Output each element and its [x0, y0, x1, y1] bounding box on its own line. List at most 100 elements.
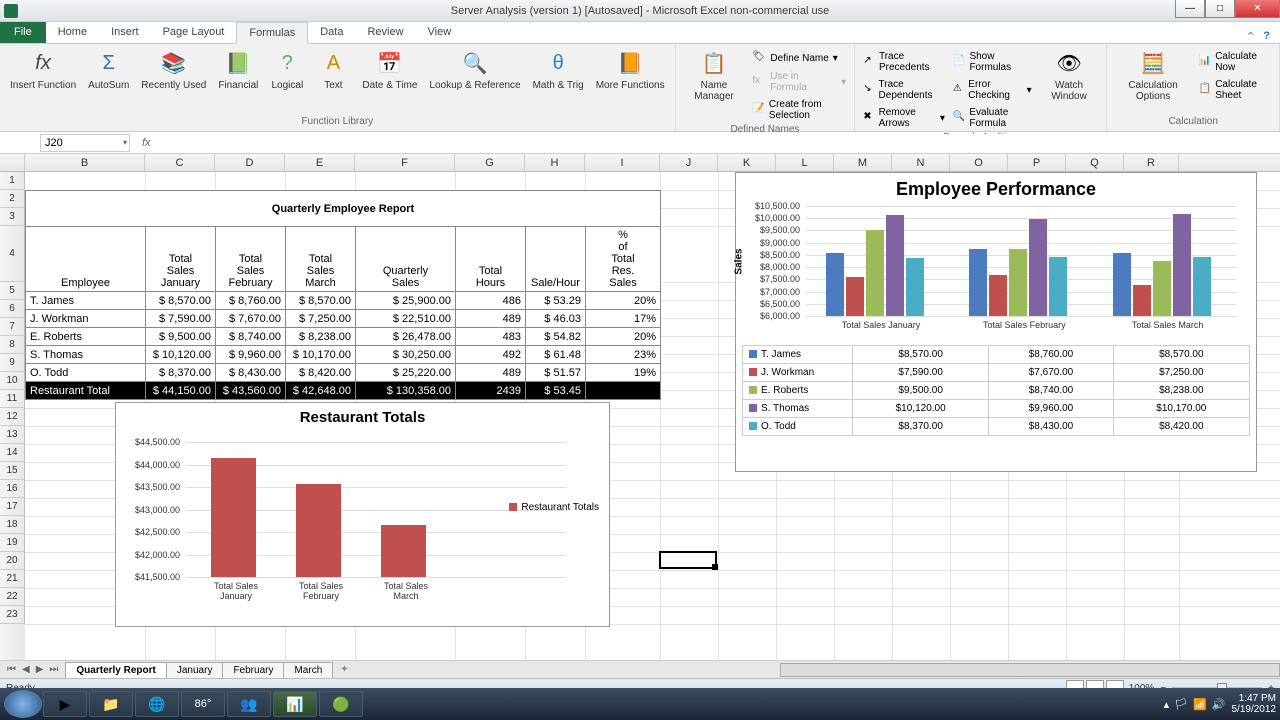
row-header[interactable]: 16 — [0, 480, 25, 498]
sheet-tab-february[interactable]: February — [222, 662, 284, 678]
tab-review[interactable]: Review — [355, 21, 415, 43]
row-header[interactable]: 6 — [0, 300, 25, 318]
fx-icon[interactable]: fx — [134, 137, 159, 149]
calculate-sheet-button[interactable]: 📋Calculate Sheet — [1197, 78, 1273, 102]
horizontal-scrollbar[interactable] — [780, 663, 1280, 677]
evaluate-formula-button[interactable]: 🔍Evaluate Formula — [951, 106, 1034, 130]
tray-flag-icon[interactable]: 🏳 — [1174, 698, 1188, 711]
row-header[interactable]: 18 — [0, 516, 25, 534]
row-header[interactable]: 21 — [0, 570, 25, 588]
create-from-selection-button[interactable]: 📝Create from Selection — [750, 98, 848, 122]
insert-function-button[interactable]: fxInsert Function — [6, 46, 80, 93]
row-header[interactable]: 9 — [0, 354, 25, 372]
row-header[interactable]: 14 — [0, 444, 25, 462]
column-header[interactable]: D — [215, 154, 285, 171]
tray-volume-icon[interactable]: 🔊 — [1212, 698, 1226, 711]
sheet-last-button[interactable]: ⏭ — [46, 664, 61, 675]
row-header[interactable]: 15 — [0, 462, 25, 480]
minimize-ribbon-icon[interactable]: ⌃ — [1246, 30, 1255, 43]
trace-dependents-button[interactable]: ↘Trace Dependents — [861, 78, 947, 102]
row-header[interactable]: 19 — [0, 534, 25, 552]
math-trig-button[interactable]: θMath & Trig — [529, 46, 588, 93]
start-button[interactable] — [4, 690, 42, 718]
column-header[interactable]: J — [660, 154, 718, 171]
column-header[interactable]: P — [1008, 154, 1066, 171]
column-header[interactable]: C — [145, 154, 215, 171]
taskbar-app1[interactable]: 👥 — [227, 691, 271, 717]
name-manager-button[interactable]: 📋Name Manager — [682, 46, 747, 104]
row-header[interactable]: 2 — [0, 190, 25, 208]
error-checking-button[interactable]: ⚠Error Checking ▾ — [951, 78, 1034, 102]
text-button[interactable]: AText — [312, 46, 354, 93]
restaurant-totals-chart[interactable]: Restaurant Totals $44,500.00$44,000.00$4… — [115, 402, 610, 627]
sheet-prev-button[interactable]: ◀ — [19, 664, 33, 675]
row-header[interactable]: 22 — [0, 588, 25, 606]
sheet-tab-january[interactable]: January — [166, 662, 224, 678]
sheet-first-button[interactable]: ⏮ — [4, 664, 19, 675]
column-header[interactable]: N — [892, 154, 950, 171]
more-functions-button[interactable]: 📙More Functions — [592, 46, 669, 93]
column-header[interactable]: L — [776, 154, 834, 171]
lookup-reference-button[interactable]: 🔍Lookup & Reference — [425, 46, 524, 93]
calculation-options-button[interactable]: 🧮Calculation Options — [1113, 46, 1192, 104]
calculate-now-button[interactable]: 📊Calculate Now — [1197, 50, 1273, 74]
taskbar-explorer[interactable]: 📁 — [89, 691, 133, 717]
name-box[interactable]: J20 — [40, 134, 130, 152]
clock-time[interactable]: 1:47 PM — [1232, 693, 1277, 704]
taskbar-weather[interactable]: 86° — [181, 691, 225, 717]
define-name-button[interactable]: 🏷Define Name ▾ — [750, 50, 848, 66]
row-header[interactable]: 5 — [0, 282, 25, 300]
row-header[interactable]: 8 — [0, 336, 25, 354]
autosum-button[interactable]: ΣAutoSum — [84, 46, 133, 93]
show-formulas-button[interactable]: 📄Show Formulas — [951, 50, 1034, 74]
column-header[interactable]: F — [355, 154, 455, 171]
file-tab[interactable]: File — [0, 21, 46, 43]
taskbar-chrome[interactable]: 🌐 — [135, 691, 179, 717]
sheet-tab-quarterly-report[interactable]: Quarterly Report — [65, 662, 166, 678]
maximize-button[interactable]: □ — [1205, 0, 1235, 18]
taskbar-media[interactable]: ▶ — [43, 691, 87, 717]
column-header[interactable]: O — [950, 154, 1008, 171]
row-header[interactable]: 11 — [0, 390, 25, 408]
close-button[interactable]: ✕ — [1235, 0, 1280, 18]
column-header[interactable]: Q — [1066, 154, 1124, 171]
tab-page-layout[interactable]: Page Layout — [151, 21, 237, 43]
select-all-corner[interactable] — [0, 154, 25, 171]
date-time-button[interactable]: 📅Date & Time — [358, 46, 421, 93]
sheet-next-button[interactable]: ▶ — [33, 664, 47, 675]
watch-window-button[interactable]: 👁Watch Window — [1038, 46, 1101, 104]
sheet-tab-march[interactable]: March — [283, 662, 333, 678]
row-header[interactable]: 17 — [0, 498, 25, 516]
tab-home[interactable]: Home — [46, 21, 99, 43]
column-header[interactable]: H — [525, 154, 585, 171]
help-icon[interactable]: ? — [1263, 30, 1270, 43]
row-header[interactable]: 7 — [0, 318, 25, 336]
tab-insert[interactable]: Insert — [99, 21, 151, 43]
column-header[interactable]: K — [718, 154, 776, 171]
row-header[interactable]: 13 — [0, 426, 25, 444]
row-header[interactable]: 12 — [0, 408, 25, 426]
column-header[interactable]: E — [285, 154, 355, 171]
clock-date[interactable]: 5/19/2012 — [1232, 704, 1277, 715]
column-header[interactable]: R — [1124, 154, 1179, 171]
remove-arrows-button[interactable]: ✖Remove Arrows ▾ — [861, 106, 947, 130]
tab-data[interactable]: Data — [308, 21, 355, 43]
financial-button[interactable]: 📗Financial — [214, 46, 262, 93]
column-header[interactable]: I — [585, 154, 660, 171]
taskbar-excel[interactable]: 📊 — [273, 691, 317, 717]
tab-formulas[interactable]: Formulas — [236, 22, 308, 44]
new-sheet-button[interactable]: ✦ — [332, 664, 356, 675]
row-header[interactable]: 3 — [0, 208, 25, 226]
employee-performance-chart[interactable]: Employee Performance $10,500.00$10,000.0… — [735, 172, 1257, 472]
logical-button[interactable]: ?Logical — [266, 46, 308, 93]
taskbar-app2[interactable]: 🟢 — [319, 691, 363, 717]
column-header[interactable]: M — [834, 154, 892, 171]
row-header[interactable]: 1 — [0, 172, 25, 190]
tray-icons[interactable]: ▴ 🏳 📶 🔊 — [1164, 698, 1226, 711]
minimize-button[interactable]: — — [1175, 0, 1205, 18]
column-header[interactable]: G — [455, 154, 525, 171]
trace-precedents-button[interactable]: ↗Trace Precedents — [861, 50, 947, 74]
tray-network-icon[interactable]: 📶 — [1193, 698, 1207, 711]
row-header[interactable]: 23 — [0, 606, 25, 624]
row-header[interactable]: 4 — [0, 226, 25, 282]
